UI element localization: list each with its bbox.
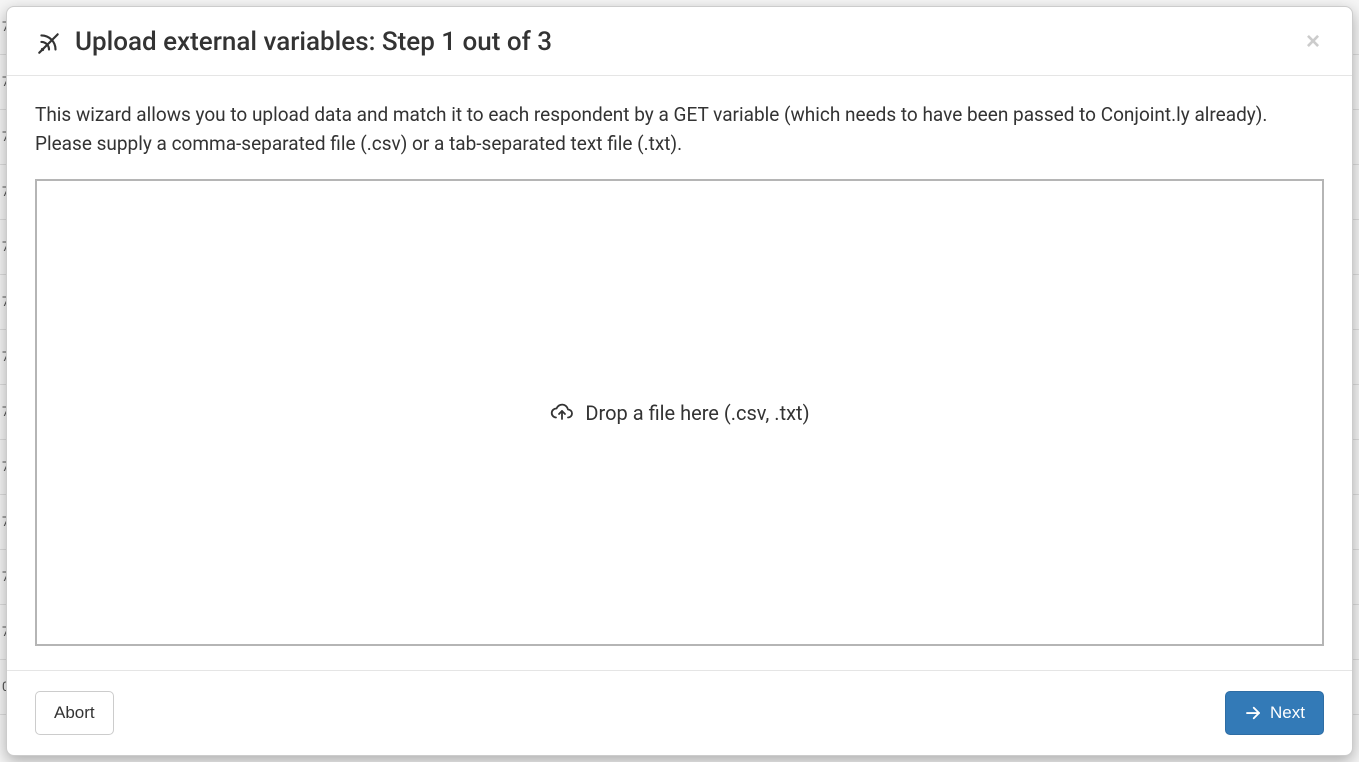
modal-header: Upload external variables: Step 1 out of… bbox=[7, 7, 1352, 76]
abort-button[interactable]: Abort bbox=[35, 691, 114, 735]
close-icon: × bbox=[1306, 28, 1320, 55]
dropzone-label: Drop a file here (.csv, .txt) bbox=[585, 401, 809, 425]
file-dropzone[interactable]: Drop a file here (.csv, .txt) bbox=[35, 179, 1324, 646]
satellite-icon bbox=[35, 29, 63, 57]
wizard-description: This wizard allows you to upload data an… bbox=[35, 100, 1324, 159]
dropzone-inner: Drop a file here (.csv, .txt) bbox=[549, 400, 809, 426]
modal-body: This wizard allows you to upload data an… bbox=[7, 76, 1352, 670]
cloud-upload-icon bbox=[549, 400, 575, 426]
modal-footer: Abort Next bbox=[7, 670, 1352, 755]
upload-wizard-modal: Upload external variables: Step 1 out of… bbox=[6, 6, 1353, 756]
modal-title: Upload external variables: Step 1 out of… bbox=[75, 27, 552, 57]
next-button[interactable]: Next bbox=[1225, 691, 1324, 735]
next-button-label: Next bbox=[1270, 701, 1305, 725]
abort-button-label: Abort bbox=[54, 701, 95, 725]
close-button[interactable]: × bbox=[1302, 30, 1324, 54]
arrow-right-icon bbox=[1244, 704, 1262, 722]
modal-title-wrap: Upload external variables: Step 1 out of… bbox=[35, 27, 552, 57]
